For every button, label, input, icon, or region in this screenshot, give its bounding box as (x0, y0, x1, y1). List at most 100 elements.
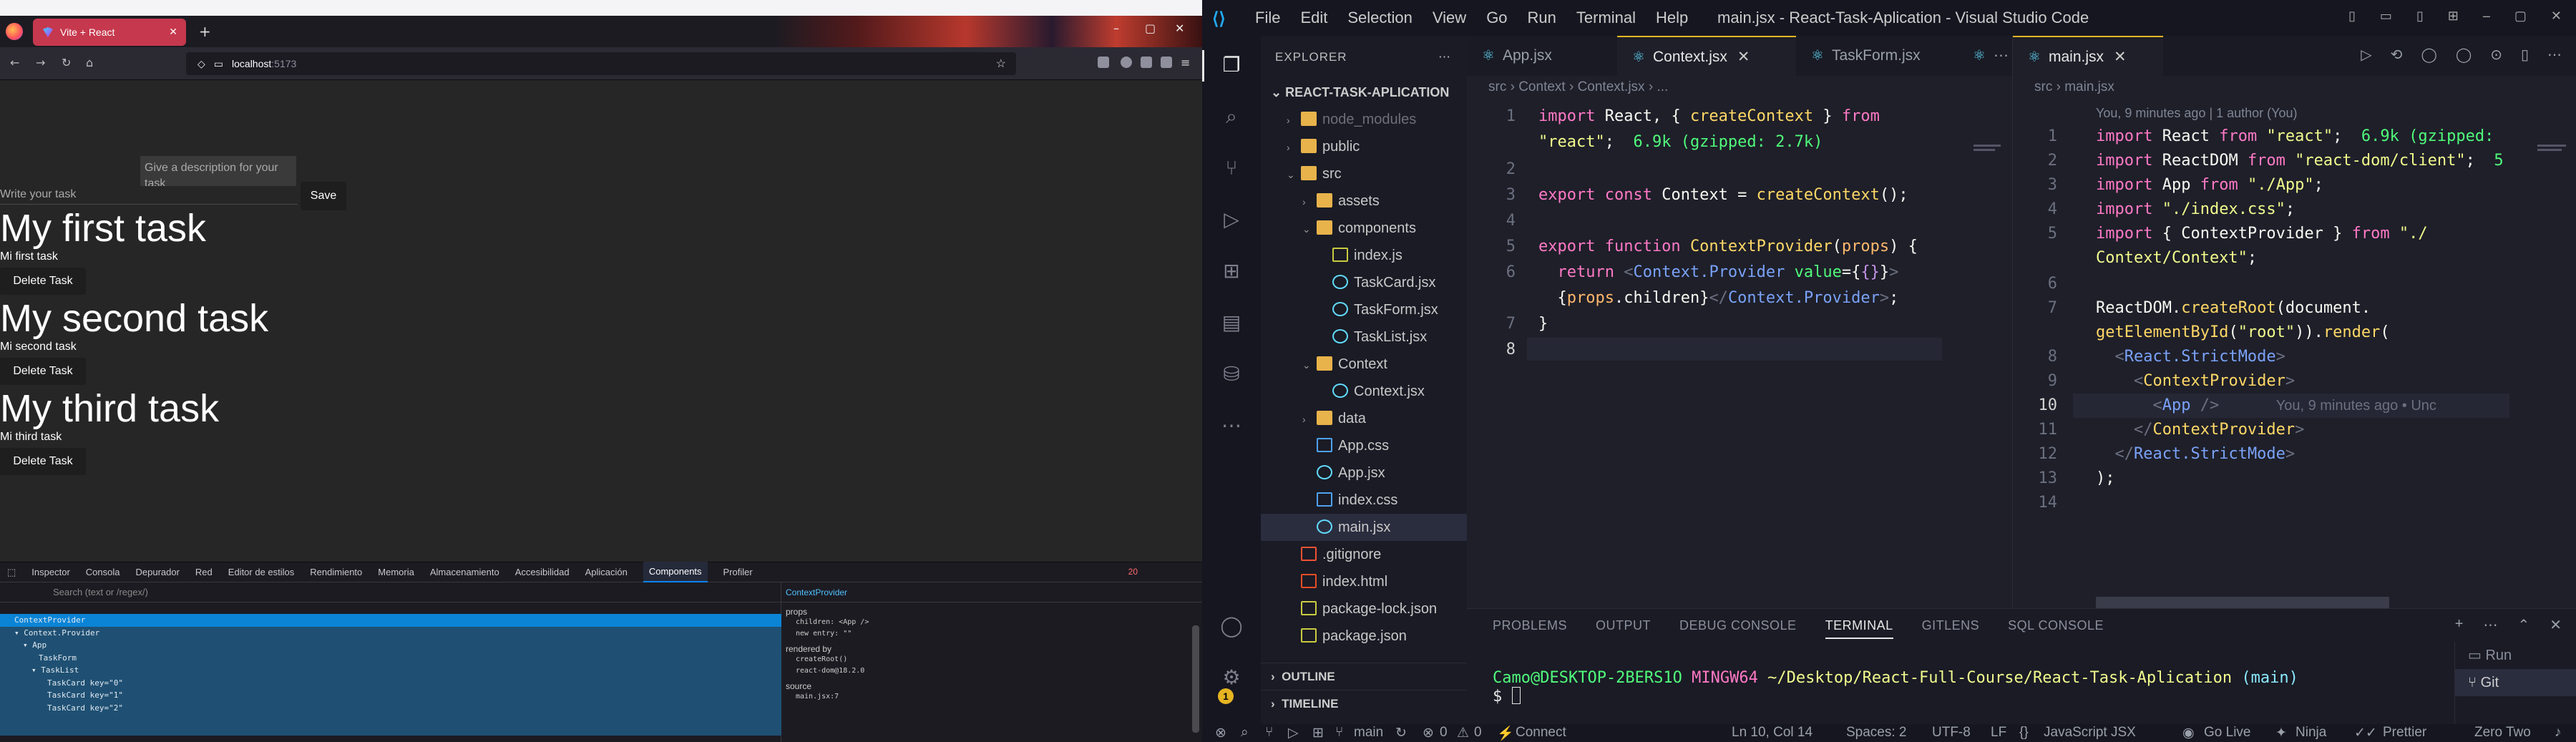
explorer-item[interactable]: ⌄ src (1261, 160, 1467, 187)
explorer-item[interactable]: index.css (1261, 487, 1467, 514)
explorer-item[interactable]: Context.jsx (1261, 378, 1467, 405)
run-icon[interactable]: ▷ (1288, 725, 1299, 741)
warning-count[interactable]: 0 (1474, 725, 1482, 741)
new-terminal-icon[interactable]: + (2455, 616, 2464, 634)
explorer-item[interactable]: ⌄ components (1261, 215, 1467, 242)
next-change-icon[interactable]: ◯ (2456, 46, 2472, 64)
timeline-section[interactable]: › TIMELINE (1261, 690, 1467, 717)
bookmark-star-icon[interactable]: ☆ (996, 57, 1006, 71)
close-window-icon[interactable]: ✕ (2551, 9, 2562, 24)
tree-row[interactable]: TaskCard key="1" (0, 689, 781, 702)
explorer-item[interactable]: › public (1261, 133, 1467, 160)
layout-custom-icon[interactable]: ⊞ (2448, 9, 2459, 24)
search-icon[interactable]: ⌕ (1241, 725, 1249, 741)
menu-edit[interactable]: Edit (1300, 9, 1327, 27)
browser-tab[interactable]: Vite + React ✕ (33, 19, 186, 46)
tab-accessibility[interactable]: Accesibilidad (515, 567, 570, 577)
maximize-icon[interactable]: ▢ (2514, 9, 2527, 24)
more-icon[interactable]: ⋯ (1219, 414, 1244, 438)
explorer-item[interactable]: package-lock.json (1261, 595, 1467, 623)
terminal-item-run[interactable]: ▭ Run (2455, 642, 2576, 669)
devtools-scrollbar[interactable] (1192, 625, 1199, 733)
delete-task-button[interactable]: Delete Task (0, 268, 86, 295)
theme-label[interactable]: Zero Two (2474, 725, 2531, 741)
tab-console[interactable]: Consola (86, 567, 120, 577)
forward-icon[interactable]: → (36, 56, 45, 69)
extensions-icon[interactable]: ⊞ (1312, 725, 1324, 741)
tree-row[interactable]: TaskCard key="2" (0, 702, 781, 715)
remote-icon[interactable]: ⊗ (1215, 725, 1226, 741)
go-live-button[interactable]: Go Live (2204, 725, 2250, 741)
reload-icon[interactable]: ↻ (62, 56, 71, 69)
error-icon[interactable]: ⊗ (1423, 725, 1434, 741)
tab-taskform-jsx[interactable]: ⚛ TaskForm.jsx (1796, 36, 1961, 76)
connect-label[interactable]: Connect (1516, 725, 1566, 741)
error-count-badge[interactable]: 20 (1128, 567, 1138, 577)
tab-overflow[interactable]: ⚛ ⋯ (1961, 36, 2012, 76)
devtools-pick-icon[interactable]: ⬚ (7, 567, 16, 578)
tab-context-jsx[interactable]: ⚛ Context.jsx ✕ (1617, 36, 1796, 76)
prop-line[interactable]: children: <App /> (781, 617, 1202, 628)
tab-gitlens[interactable]: GITLENS (1922, 618, 1980, 633)
tab-app-jsx[interactable]: ⚛ App.jsx (1467, 36, 1617, 76)
minimap[interactable] (1968, 99, 2012, 600)
cursor-position[interactable]: Ln 10, Col 14 (1732, 725, 1813, 741)
extension-icon[interactable] (1141, 57, 1152, 68)
account-icon[interactable]: ◯ (1219, 614, 1244, 638)
terminal-item-git[interactable]: ⑂ Git (2455, 669, 2576, 696)
tab-main-jsx[interactable]: ⚛ main.jsx ✕ (2013, 36, 2163, 76)
split-editor-icon[interactable]: ▯ (2521, 46, 2529, 64)
tab-components[interactable]: Components (643, 562, 708, 582)
tab-terminal[interactable]: TERMINAL (1825, 612, 1893, 639)
minimize-icon[interactable]: – (2483, 9, 2490, 24)
explorer-item[interactable]: TaskForm.jsx (1261, 296, 1467, 323)
breadcrumb[interactable]: src › Context › Context.jsx › ... (1467, 76, 2012, 99)
indentation[interactable]: Spaces: 2 (1846, 725, 1907, 741)
url-bar[interactable]: ◇ ▭ localhost:5173 ☆ (186, 52, 1016, 75)
source-control-icon[interactable]: ⑂ (1265, 725, 1273, 741)
warning-icon[interactable]: ⚠ (1457, 725, 1469, 741)
ninja-label[interactable]: Ninja (2296, 725, 2326, 741)
explorer-item[interactable]: › assets (1261, 187, 1467, 215)
bell-icon[interactable]: ♪ (2555, 725, 2562, 741)
gitlens-icon[interactable]: ⊙ (2490, 46, 2502, 64)
menu-go[interactable]: Go (1486, 9, 1507, 27)
menu-selection[interactable]: Selection (1347, 9, 1413, 27)
tree-row[interactable]: ▾ TaskList (0, 664, 781, 677)
component-search-input[interactable]: Search (text or /regex/) (0, 582, 781, 602)
tree-row[interactable]: TaskCard key="0" (0, 677, 781, 690)
delete-task-button[interactable]: Delete Task (0, 448, 86, 475)
maximize-panel-icon[interactable]: ⌃ (2517, 616, 2529, 634)
page-info-icon[interactable]: ▭ (214, 58, 223, 70)
source-line[interactable]: main.jsx:7 (781, 691, 1202, 703)
explorer-item[interactable]: index.js (1261, 242, 1467, 269)
pocket-icon[interactable] (1098, 57, 1109, 68)
more-actions-icon[interactable]: ⋯ (2483, 616, 2497, 634)
project-root[interactable]: ⌄ REACT-TASK-APLICATION (1261, 79, 1467, 106)
minimap[interactable] (2532, 99, 2576, 600)
prop-line[interactable]: new entry: "" (781, 628, 1202, 640)
explorer-item[interactable]: App.css (1261, 432, 1467, 459)
search-icon[interactable]: ⌕ (1219, 104, 1244, 129)
minimize-icon[interactable]: – (1113, 21, 1119, 35)
tab-profiler[interactable]: Profiler (723, 567, 753, 577)
explorer-item[interactable]: TaskCard.jsx (1261, 269, 1467, 296)
previous-change-icon[interactable]: ◯ (2421, 46, 2436, 64)
explorer-item[interactable]: App.jsx (1261, 459, 1467, 487)
close-tab-icon[interactable]: ✕ (2114, 49, 2127, 65)
explorer-item[interactable]: package.json (1261, 623, 1467, 650)
explorer-item[interactable]: › node_modules (1261, 106, 1467, 133)
run-icon[interactable]: ▷ (2361, 46, 2371, 64)
codelens-blame[interactable]: You, 9 minutes ago | 1 author (You) (2096, 106, 2298, 121)
menu-help[interactable]: Help (1656, 9, 1688, 27)
tab-application[interactable]: Aplicación (585, 567, 628, 577)
tab-problems[interactable]: PROBLEMS (1493, 618, 1567, 633)
tree-row[interactable]: ContextProvider (0, 614, 781, 627)
close-tab-icon[interactable]: ✕ (169, 26, 177, 38)
tree-row[interactable]: ▾ App (0, 639, 781, 652)
breadcrumb[interactable]: src › main.jsx (2013, 76, 2576, 99)
close-window-icon[interactable]: ✕ (1175, 21, 1184, 35)
explorer-item[interactable]: › data (1261, 405, 1467, 432)
home-icon[interactable]: ⌂ (86, 56, 93, 69)
remote-explorer-icon[interactable]: ▤ (1219, 311, 1244, 335)
